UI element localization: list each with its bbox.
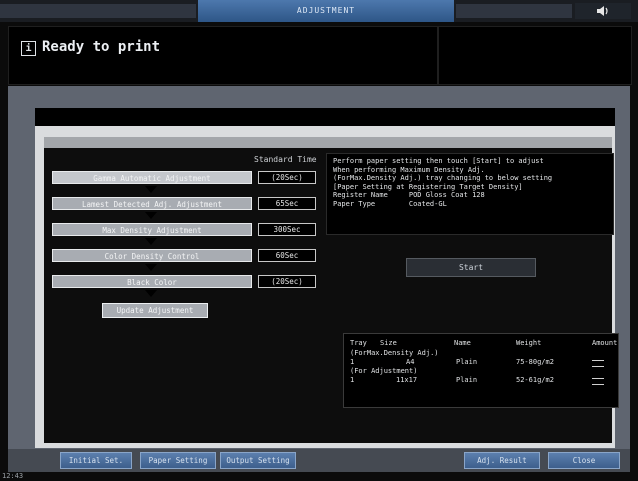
tray-table: Tray Size Name Weight Amount (ForMax.Den… xyxy=(343,333,619,408)
status-area: i Ready to print xyxy=(8,26,438,85)
paper-size: 11x17 xyxy=(396,376,418,384)
amount-column-header: Amount xyxy=(592,339,618,347)
flow-arrow-icon xyxy=(145,186,157,193)
message-line: When performing Maximum Density Adj. xyxy=(333,165,485,174)
step-black-color-button[interactable]: Black Color xyxy=(52,275,252,288)
flow-arrow-icon xyxy=(145,238,157,245)
paper-amount-icon xyxy=(592,360,604,367)
paper-name: Plain xyxy=(456,376,478,384)
close-button[interactable]: Close xyxy=(548,452,620,469)
message-line: Perform paper setting then touch [Start]… xyxy=(333,157,544,165)
paper-size: A4 xyxy=(406,358,415,366)
step-gamma-adjustment-button[interactable]: Gamma Automatic Adjustment xyxy=(52,171,252,184)
tray-group-label: (For Adjustment) xyxy=(350,367,418,375)
tray-group-label: (ForMax.Density Adj.) xyxy=(350,349,439,357)
paper-setting-button[interactable]: Paper Setting xyxy=(140,452,216,469)
tray-column-header: Tray xyxy=(350,339,367,347)
size-column-header: Size xyxy=(380,339,397,347)
flow-arrow-icon xyxy=(145,264,157,271)
paper-weight: 75-80g/m2 xyxy=(516,358,554,366)
message-line: Paper Type Coated-GL xyxy=(333,199,447,208)
speaker-icon[interactable] xyxy=(575,3,631,19)
flow-arrow-icon xyxy=(145,290,157,297)
step-time: 65Sec xyxy=(258,197,316,210)
initial-set-button[interactable]: Initial Set. xyxy=(60,452,132,469)
message-line: Register Name POD Gloss Coat 128 xyxy=(333,191,485,200)
top-bar-segment-left xyxy=(0,4,196,18)
clock: 12:43 xyxy=(2,472,24,480)
status-message: Ready to print xyxy=(42,39,161,55)
step-color-density-button[interactable]: Color Density Control xyxy=(52,249,252,262)
tray-number: 1 xyxy=(350,376,355,384)
message-line: (ForMax.Density Adj.) tray changing to b… xyxy=(333,174,553,183)
weight-column-header: Weight xyxy=(516,339,542,347)
flow-arrow-icon xyxy=(145,212,157,219)
status-area-right xyxy=(438,26,632,85)
update-adjustment-button[interactable]: Update Adjustment xyxy=(102,303,208,318)
info-icon: i xyxy=(21,41,36,56)
top-bar-segment-right xyxy=(456,4,572,18)
step-detected-adjustment-button[interactable]: Lamest Detected Adj. Adjustment xyxy=(52,197,252,210)
paper-amount-icon xyxy=(592,378,604,385)
step-time: (20Sec) xyxy=(258,171,316,184)
instruction-message: Perform paper setting then touch [Start]… xyxy=(326,153,614,235)
step-time: (20Sec) xyxy=(258,275,316,288)
message-line: [Paper Setting at Registering Target Den… xyxy=(333,182,523,191)
output-setting-button[interactable]: Output Setting xyxy=(220,452,296,469)
start-button[interactable]: Start xyxy=(406,258,536,277)
panel-title-strip xyxy=(44,137,612,148)
panel-header xyxy=(35,108,615,126)
standard-time-header: Standard Time xyxy=(254,155,317,164)
paper-name: Plain xyxy=(456,358,478,366)
screen-title: ADJUSTMENT xyxy=(198,0,454,22)
name-column-header: Name xyxy=(454,339,471,347)
adj-result-button[interactable]: Adj. Result xyxy=(464,452,540,469)
step-time: 60Sec xyxy=(258,249,316,262)
step-max-density-button[interactable]: Max Density Adjustment xyxy=(52,223,252,236)
tray-number: 1 xyxy=(350,358,355,366)
step-time: 300Sec xyxy=(258,223,316,236)
paper-weight: 52-61g/m2 xyxy=(516,376,554,384)
